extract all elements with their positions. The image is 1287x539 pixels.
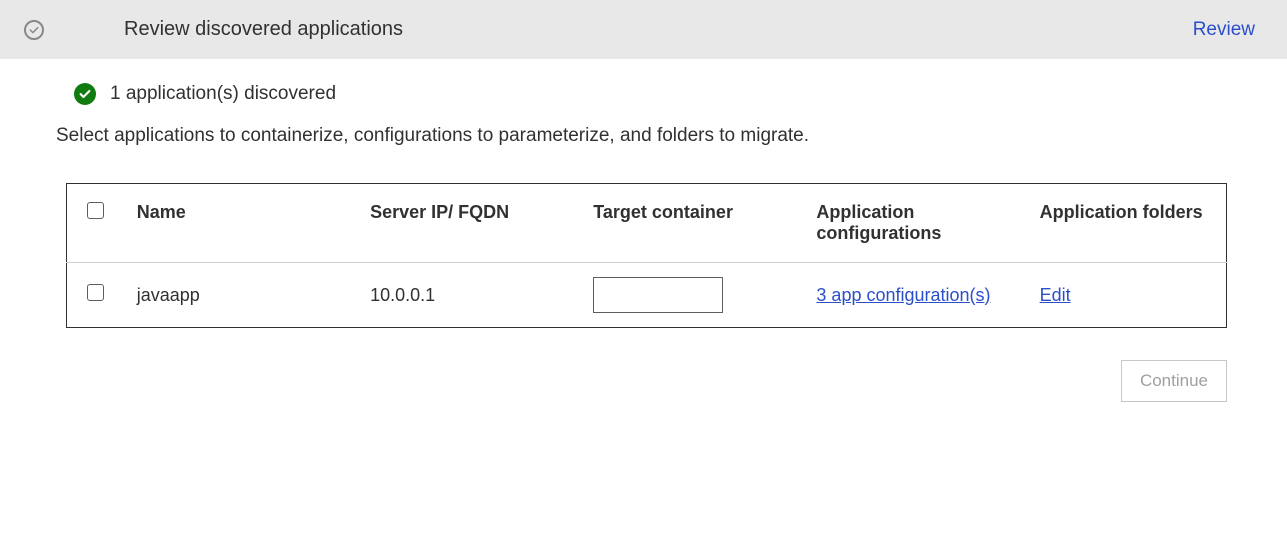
column-header-config: Application configurations [800,184,1023,263]
page-title: Review discovered applications [124,18,1193,41]
checkmark-circle-icon [24,20,44,40]
status-message: 1 application(s) discovered [110,83,336,105]
row-checkbox[interactable] [87,284,104,301]
success-check-icon [74,83,96,105]
server-ip-cell: 10.0.0.1 [354,263,577,328]
instruction-text: Select applications to containerize, con… [56,125,1237,147]
column-header-server: Server IP/ FQDN [354,184,577,263]
column-header-folders: Application folders [1024,184,1227,263]
main-content: 1 application(s) discovered Select appli… [0,59,1287,426]
app-name-cell: javaapp [121,263,354,328]
select-all-checkbox[interactable] [87,202,104,219]
review-link[interactable]: Review [1193,19,1255,41]
continue-button[interactable]: Continue [1121,360,1227,402]
column-header-name: Name [121,184,354,263]
footer-actions: Continue [56,360,1237,402]
table-row: javaapp 10.0.0.1 3 app configuration(s) … [67,263,1227,328]
status-row: 1 application(s) discovered [74,83,1237,105]
app-folders-edit-link[interactable]: Edit [1040,285,1071,305]
target-container-input[interactable] [593,277,723,313]
page-header: Review discovered applications Review [0,0,1287,59]
table-header-row: Name Server IP/ FQDN Target container Ap… [67,184,1227,263]
applications-table: Name Server IP/ FQDN Target container Ap… [66,183,1227,328]
column-header-target: Target container [577,184,800,263]
app-configurations-link[interactable]: 3 app configuration(s) [816,282,1007,309]
